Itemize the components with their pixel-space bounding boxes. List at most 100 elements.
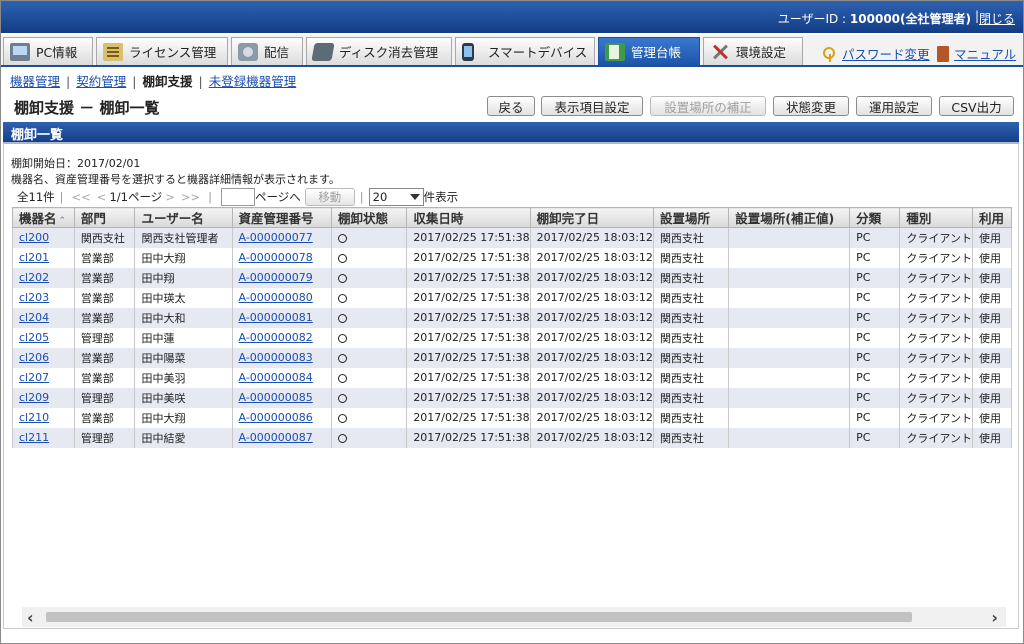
collected-at-cell: 2017/02/25 17:51:38 <box>406 247 531 268</box>
asset-number-link[interactable]: A-000000078 <box>239 251 313 264</box>
type-cell: クライアント <box>899 287 973 308</box>
password-change-link[interactable]: パスワード変更 <box>823 44 930 63</box>
pager-separator: | <box>208 190 213 204</box>
tab-label: 管理台帳 <box>631 45 682 60</box>
tab-distribution[interactable]: 配信 <box>231 37 303 65</box>
asset-number-cell: A-000000087 <box>231 427 332 448</box>
column-header-category[interactable]: 分類 <box>849 207 901 228</box>
column-header-user-name[interactable]: ユーザー名 <box>134 207 233 228</box>
subnav-unregistered-devices[interactable]: 未登録機器管理 <box>209 74 297 89</box>
next-page-icon[interactable]: > <box>165 190 175 204</box>
csv-export-button[interactable]: CSV出力 <box>939 96 1014 116</box>
column-label: 機器名 <box>19 211 57 226</box>
scroll-right-icon[interactable]: › <box>991 608 998 627</box>
column-header-inventory-status[interactable]: 棚卸状態 <box>330 207 408 228</box>
column-header-department[interactable]: 部門 <box>73 207 136 228</box>
asset-number-link[interactable]: A-000000079 <box>239 271 313 284</box>
move-button[interactable]: 移動 <box>304 188 355 206</box>
inventory-status-cell <box>330 267 408 288</box>
display-items-button[interactable]: 表示項目設定 <box>541 96 643 116</box>
page-number-input[interactable] <box>221 188 256 206</box>
column-header-device-name[interactable]: 機器名 ⌃ <box>12 207 75 228</box>
column-header-asset-number[interactable]: 資産管理番号 <box>231 207 332 228</box>
location-cell: 関西支社 <box>652 407 730 428</box>
asset-number-link[interactable]: A-000000080 <box>239 291 313 304</box>
manual-link[interactable]: マニュアル <box>937 44 1016 63</box>
usage-cell: 使用 <box>971 307 1012 328</box>
category-cell: PC <box>849 227 901 248</box>
scroll-left-icon[interactable]: ‹ <box>27 608 34 627</box>
device-name-link[interactable]: cl211 <box>19 431 49 444</box>
location-cell: 関西支社 <box>652 327 730 348</box>
column-header-location-corrected[interactable]: 設置場所(補正値) <box>728 207 851 228</box>
status-circle-icon <box>337 433 347 443</box>
completed-date-cell: 2017/02/25 18:03:12 <box>529 247 654 268</box>
asset-number-cell: A-000000084 <box>231 367 332 388</box>
device-name-link[interactable]: cl205 <box>19 331 49 344</box>
tab-ledger[interactable]: 管理台帳 <box>598 37 700 65</box>
tab-disk-erase[interactable]: ディスク消去管理 <box>306 37 452 65</box>
asset-number-cell: A-000000085 <box>231 387 332 408</box>
device-name-link[interactable]: cl201 <box>19 251 49 264</box>
table-row: cl206 営業部 田中陽菜 A-000000083 2017/02/25 17:51:… <box>12 347 1012 368</box>
collected-at-cell: 2017/02/25 17:51:38 <box>406 227 531 248</box>
status-circle-icon <box>337 373 347 383</box>
asset-number-cell: A-000000080 <box>231 287 332 308</box>
correct-location-button[interactable]: 設置場所の補正 <box>650 96 766 116</box>
per-page-select[interactable]: 20 <box>368 188 424 206</box>
device-name-link[interactable]: cl200 <box>19 231 49 244</box>
location-corrected-cell <box>728 247 851 268</box>
location-corrected-cell <box>728 427 851 448</box>
user-name-cell: 田中結愛 <box>134 427 233 448</box>
department-cell: 営業部 <box>73 307 136 328</box>
collected-at-cell: 2017/02/25 17:51:38 <box>406 387 531 408</box>
device-name-cell: cl203 <box>12 287 75 308</box>
table-row: cl205 管理部 田中蓮 A-000000082 2017/02/25 17:51:3… <box>12 327 1012 348</box>
device-name-link[interactable]: cl203 <box>19 291 49 304</box>
asset-number-link[interactable]: A-000000081 <box>239 311 313 324</box>
column-header-usage[interactable]: 利用 <box>971 207 1012 228</box>
last-page-icon[interactable]: >> <box>181 190 200 204</box>
column-header-collected-at[interactable]: 収集日時 <box>406 207 531 228</box>
device-name-link[interactable]: cl210 <box>19 411 49 424</box>
horizontal-scrollbar[interactable]: ‹ › <box>22 607 1006 627</box>
column-header-completed-date[interactable]: 棚卸完了日 <box>529 207 654 228</box>
first-page-icon[interactable]: << <box>72 190 91 204</box>
column-header-type[interactable]: 種別 <box>899 207 973 228</box>
asset-number-link[interactable]: A-000000087 <box>239 431 313 444</box>
tab-label: 環境設定 <box>736 45 787 60</box>
device-name-link[interactable]: cl206 <box>19 351 49 364</box>
device-name-link[interactable]: cl202 <box>19 271 49 284</box>
tab-label: ディスク消去管理 <box>339 45 439 60</box>
status-circle-icon <box>337 413 347 423</box>
asset-number-link[interactable]: A-000000085 <box>239 391 313 404</box>
asset-number-link[interactable]: A-000000077 <box>239 231 313 244</box>
device-name-link[interactable]: cl207 <box>19 371 49 384</box>
asset-number-link[interactable]: A-000000086 <box>239 411 313 424</box>
column-header-location[interactable]: 設置場所 <box>652 207 730 228</box>
user-name-cell: 田中大翔 <box>134 407 233 428</box>
collected-at-cell: 2017/02/25 17:51:38 <box>406 427 531 448</box>
subnav-device-management[interactable]: 機器管理 <box>10 74 60 89</box>
subnav-contract-management[interactable]: 契約管理 <box>76 74 126 89</box>
tab-pc-info[interactable]: PC情報 <box>3 37 93 65</box>
inventory-status-cell <box>330 327 408 348</box>
device-name-cell: cl205 <box>12 327 75 348</box>
inventory-status-cell <box>330 347 408 368</box>
close-link[interactable]: 閉じる <box>979 10 1015 27</box>
asset-number-link[interactable]: A-000000084 <box>239 371 313 384</box>
scrollbar-thumb[interactable] <box>46 612 912 622</box>
device-name-link[interactable]: cl209 <box>19 391 49 404</box>
tab-settings[interactable]: 環境設定 <box>703 37 803 65</box>
back-button[interactable]: 戻る <box>487 96 535 116</box>
prev-page-icon[interactable]: < <box>97 190 107 204</box>
tab-license[interactable]: ライセンス管理 <box>96 37 228 65</box>
change-status-button[interactable]: 状態変更 <box>773 96 849 116</box>
asset-number-link[interactable]: A-000000083 <box>239 351 313 364</box>
location-corrected-cell <box>728 407 851 428</box>
tab-label: 配信 <box>264 45 290 60</box>
tab-smart-device[interactable]: スマートデバイス <box>455 37 595 65</box>
asset-number-link[interactable]: A-000000082 <box>239 331 313 344</box>
device-name-link[interactable]: cl204 <box>19 311 49 324</box>
operation-settings-button[interactable]: 運用設定 <box>856 96 932 116</box>
